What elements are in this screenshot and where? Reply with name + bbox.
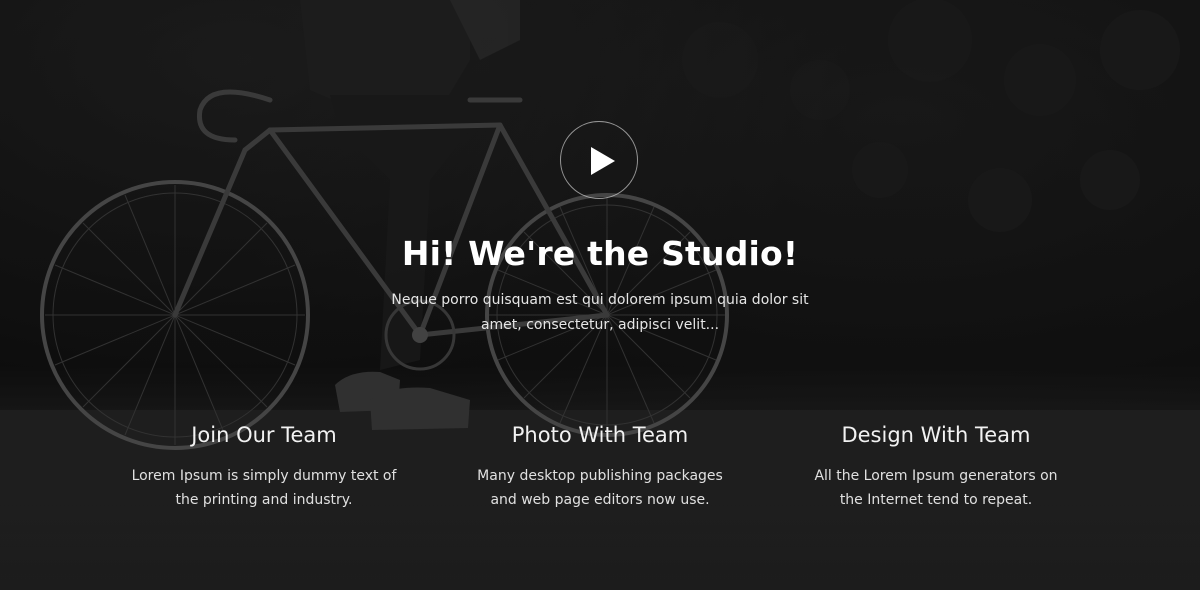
feature-title: Design With Team [841, 423, 1031, 447]
play-video-button[interactable] [560, 121, 638, 199]
feature-title: Join Our Team [191, 423, 337, 447]
feature-design-with-team: Design With Team All the Lorem Ipsum gen… [771, 420, 1101, 512]
hero-subtitle: Neque porro quisquam est qui dolorem ips… [391, 292, 809, 333]
feature-photo-with-team: Photo With Team Many desktop publishing … [435, 420, 765, 512]
feature-title: Photo With Team [511, 423, 689, 447]
play-icon [591, 147, 615, 175]
feature-text: Lorem Ipsum is simply dummy text of the … [131, 468, 397, 508]
feature-join-our-team: Join Our Team Lorem Ipsum is simply dumm… [99, 420, 429, 512]
feature-text: Many desktop publishing packages and web… [477, 468, 723, 508]
hero-title: Hi! We're the Studio! [401, 234, 799, 273]
feature-text: All the Lorem Ipsum generators on the In… [814, 468, 1058, 508]
hero-section: Hi! We're the Studio! Neque porro quisqu… [0, 0, 1200, 590]
